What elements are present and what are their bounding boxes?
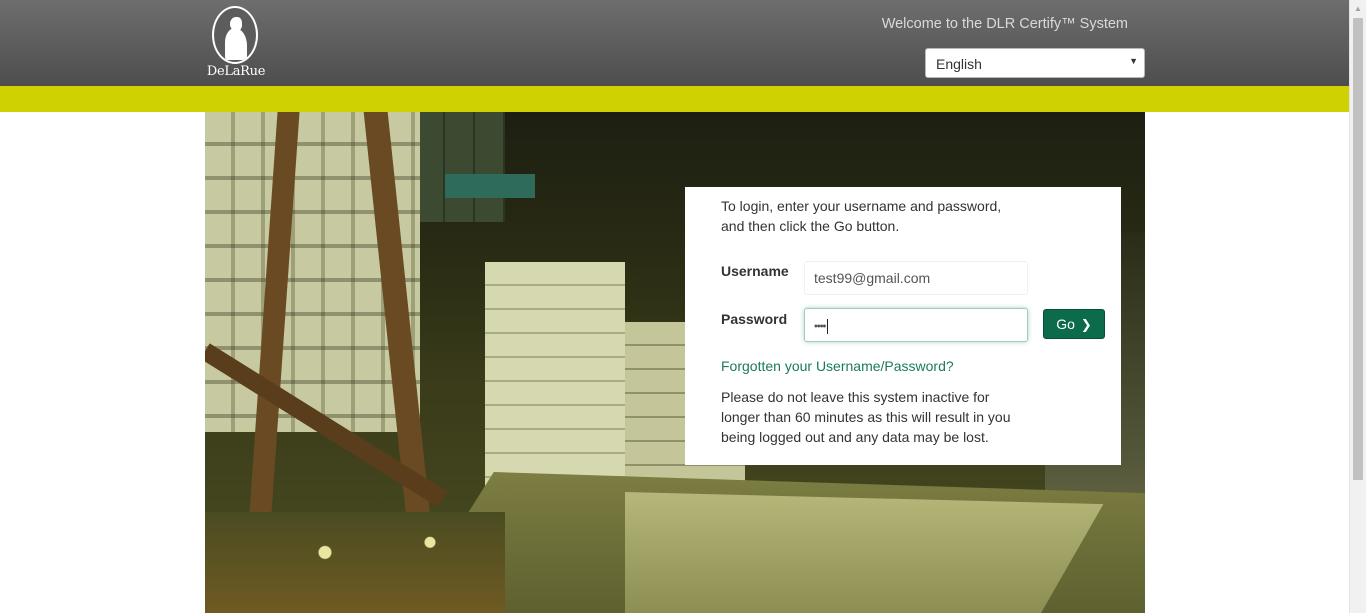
welcome-text: Welcome to the DLR Certify™ System bbox=[881, 16, 1128, 32]
forgot-credentials-link[interactable]: Forgotten your Username/Password? bbox=[721, 358, 954, 374]
scroll-up-arrow-icon[interactable]: ▲ bbox=[1354, 4, 1362, 13]
accent-bar bbox=[0, 86, 1349, 112]
go-button-label: Go bbox=[1056, 316, 1075, 332]
language-select[interactable]: English ▼ bbox=[925, 48, 1145, 78]
delarue-seal-icon bbox=[212, 6, 258, 64]
dropdown-caret-icon: ▼ bbox=[1129, 56, 1138, 66]
brand-name: DeLaRue bbox=[206, 64, 266, 79]
page: DeLaRue Welcome to the DLR Certify™ Syst… bbox=[0, 0, 1366, 613]
username-value: test99@gmail.com bbox=[814, 270, 931, 286]
login-panel: To login, enter your username and passwo… bbox=[685, 187, 1121, 465]
password-input[interactable]: •••• bbox=[804, 308, 1028, 342]
password-label: Password bbox=[721, 311, 788, 327]
text-cursor bbox=[827, 319, 829, 334]
username-input[interactable]: test99@gmail.com bbox=[804, 261, 1028, 295]
delarue-logo[interactable]: DeLaRue bbox=[205, 6, 267, 82]
go-button[interactable]: Go ❯ bbox=[1043, 309, 1105, 339]
scrollbar-thumb[interactable] bbox=[1353, 18, 1363, 480]
login-instructions: To login, enter your username and passwo… bbox=[721, 198, 1002, 234]
language-selected-value: English bbox=[936, 56, 982, 72]
vertical-scrollbar[interactable]: ▲ bbox=[1349, 0, 1366, 613]
password-masked-value: •••• bbox=[814, 320, 826, 333]
inactivity-notice: Please do not leave this system inactive… bbox=[721, 389, 1011, 445]
chevron-right-icon: ❯ bbox=[1080, 317, 1092, 332]
username-label: Username bbox=[721, 263, 789, 279]
top-header: DeLaRue Welcome to the DLR Certify™ Syst… bbox=[0, 0, 1349, 86]
